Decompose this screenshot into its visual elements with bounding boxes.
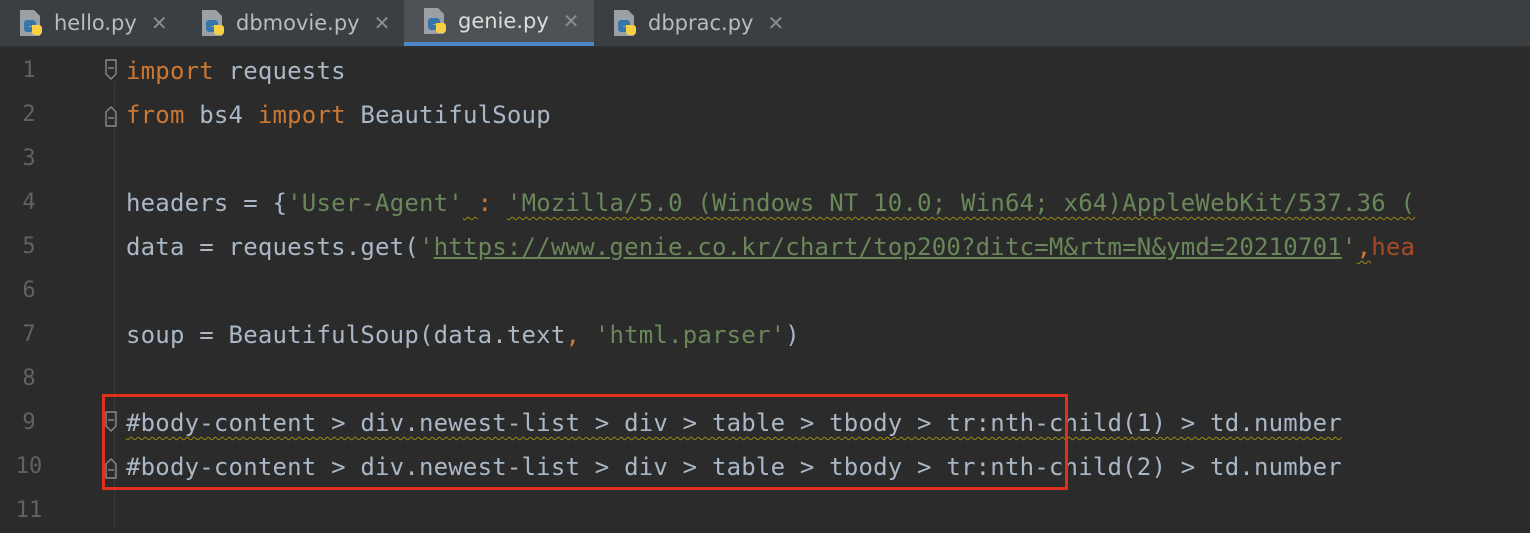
line-number: 4	[22, 190, 36, 215]
parameter-name: hea	[1371, 233, 1416, 261]
tab-dbmovie-py[interactable]: dbmovie.py ✕	[182, 0, 404, 46]
tab-hello-py[interactable]: hello.py ✕	[0, 0, 182, 46]
close-icon[interactable]: ✕	[767, 11, 784, 35]
line-number: 2	[22, 102, 36, 127]
line-number: 11	[15, 498, 43, 523]
code-text: BeautifulSoup	[345, 101, 551, 129]
line-number: 7	[22, 322, 36, 347]
editor-tab-bar: hello.py ✕ dbmovie.py ✕ genie.py ✕ dbpra…	[0, 0, 1530, 47]
code-line-4[interactable]: headers = {'User-Agent' : 'Mozilla/5.0 (…	[126, 181, 1415, 225]
fold-marker-icon[interactable]	[104, 102, 118, 128]
line-number: 6	[22, 278, 36, 303]
string-literal: 'Mozilla/5.0 (Windows NT 10.0; Win64; x6…	[506, 189, 1416, 217]
tab-label: hello.py	[54, 11, 137, 35]
tab-label: dbmovie.py	[236, 11, 360, 35]
python-file-icon	[20, 10, 42, 36]
code-text: ,	[1356, 233, 1372, 261]
string-literal: '	[1341, 233, 1357, 261]
tab-genie-py[interactable]: genie.py ✕	[404, 0, 594, 46]
python-file-icon	[424, 8, 446, 34]
code-line-5[interactable]: data = requests.get('https://www.genie.c…	[126, 225, 1415, 269]
code-text: :	[477, 189, 493, 217]
code-line-7[interactable]: soup = BeautifulSoup(data.text, 'html.pa…	[126, 313, 800, 357]
code-line-1[interactable]: import requests	[126, 49, 346, 93]
code-text: bs4	[184, 101, 258, 129]
tab-label: dbprac.py	[648, 11, 754, 35]
tab-label: genie.py	[458, 9, 549, 33]
code-text: soup = BeautifulSoup(data.text	[126, 321, 566, 349]
code-text: ,	[565, 321, 581, 349]
code-text: headers = {	[126, 189, 288, 217]
code-text: requests	[213, 57, 346, 85]
keyword: from	[126, 101, 185, 129]
python-file-icon	[614, 10, 636, 36]
tab-dbprac-py[interactable]: dbprac.py ✕	[594, 0, 800, 46]
line-number: 3	[22, 146, 36, 171]
string-literal: '	[418, 233, 434, 261]
highlight-annotation-box	[102, 394, 1068, 490]
string-literal: 'User-Agent'	[287, 189, 463, 217]
keyword: import	[257, 101, 346, 129]
string-literal: 'html.parser'	[594, 321, 786, 349]
fold-marker-icon[interactable]	[104, 58, 118, 84]
line-number: 1	[22, 58, 36, 83]
line-number: 10	[15, 454, 43, 479]
close-icon[interactable]: ✕	[151, 11, 168, 35]
line-number: 9	[22, 410, 36, 435]
close-icon[interactable]: ✕	[374, 11, 391, 35]
code-line-2[interactable]: from bs4 import BeautifulSoup	[126, 93, 551, 137]
code-text: data = requests.get(	[126, 233, 419, 261]
python-file-icon	[202, 10, 224, 36]
url-link[interactable]: https://www.genie.co.kr/chart/top200?dit…	[434, 233, 1342, 261]
line-number: 8	[22, 366, 36, 391]
code-text: )	[785, 321, 800, 349]
keyword: import	[126, 57, 214, 85]
line-number: 5	[22, 234, 36, 259]
close-icon[interactable]: ✕	[563, 9, 580, 33]
